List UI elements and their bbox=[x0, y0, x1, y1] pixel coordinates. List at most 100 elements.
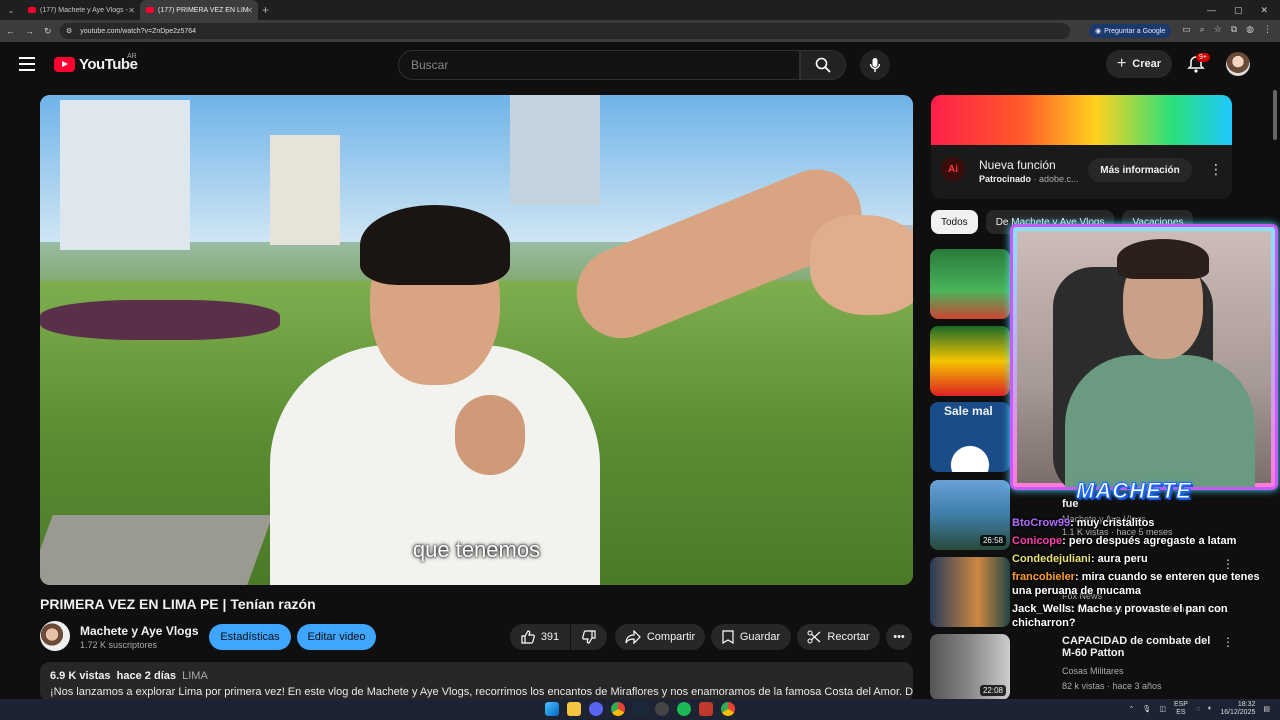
spotify-icon[interactable] bbox=[677, 702, 691, 716]
extensions-icon[interactable]: ⧉ bbox=[1231, 24, 1237, 35]
search-button[interactable] bbox=[800, 50, 846, 80]
close-tab-icon[interactable]: ✕ bbox=[128, 6, 135, 15]
site-info-icon[interactable]: ⚙ bbox=[66, 27, 72, 35]
video-frame-mic-hand bbox=[455, 395, 525, 475]
discord-icon[interactable] bbox=[589, 702, 603, 716]
new-tab-button[interactable]: + bbox=[262, 3, 269, 17]
chip-all[interactable]: Todos bbox=[931, 210, 978, 234]
profile-icon[interactable]: ◍ bbox=[1246, 24, 1254, 35]
tray-network-icon[interactable]: ◫ bbox=[1159, 705, 1166, 713]
clip-label: Recortar bbox=[827, 631, 870, 643]
thumbnail-text: Sale mal bbox=[944, 404, 993, 418]
channel-name[interactable]: Machete y Aye Vlogs bbox=[80, 624, 199, 638]
video-player[interactable]: que tenemos bbox=[40, 95, 913, 585]
forward-icon[interactable]: → bbox=[25, 26, 34, 36]
browser-tab-1[interactable]: (177) Machete y Aye Vlogs - Yo ✕ bbox=[22, 0, 140, 20]
related-thumbnail[interactable]: 26:58 bbox=[930, 480, 1010, 550]
ad-cta-button[interactable]: Más información bbox=[1088, 158, 1192, 182]
clock-date: 16/12/2025 bbox=[1220, 709, 1256, 716]
steam-icon[interactable] bbox=[633, 702, 647, 716]
browser-tabbar: ⌄ (177) Machete y Aye Vlogs - Yo ✕ (177)… bbox=[0, 0, 1280, 20]
file-explorer-icon[interactable] bbox=[567, 702, 581, 716]
related-thumbnail[interactable] bbox=[930, 557, 1010, 627]
related-video-title[interactable]: CAPACIDAD de combate del M-60 Patton bbox=[1062, 635, 1220, 659]
chrome-icon[interactable] bbox=[611, 702, 625, 716]
more-actions-button[interactable]: ••• bbox=[886, 624, 912, 650]
notification-center-icon[interactable]: ▤ bbox=[1263, 705, 1270, 713]
chat-username: BtoCrow99 bbox=[1012, 517, 1071, 529]
video-duration: 26:58 bbox=[979, 535, 1006, 546]
search-input[interactable] bbox=[411, 58, 799, 72]
dislike-button[interactable] bbox=[571, 624, 607, 650]
channel-avatar[interactable] bbox=[40, 621, 70, 651]
maximize-icon[interactable]: ▢ bbox=[1234, 5, 1243, 16]
chrome-active-icon[interactable] bbox=[721, 702, 735, 716]
related-thumbnail[interactable] bbox=[930, 249, 1010, 319]
edit-video-button[interactable]: Editar video bbox=[297, 624, 376, 650]
tray-volume-icon[interactable]: 🔈︎ bbox=[1208, 705, 1212, 713]
menu-icon[interactable]: ⋮ bbox=[1263, 24, 1272, 35]
video-frame-hair bbox=[360, 205, 510, 285]
browser-toolbar: ← → ↻ ⚙ youtube.com/watch?v=ZnDpe2z5764 … bbox=[0, 20, 1280, 42]
tray-mic-icon[interactable]: 🎙︎ bbox=[1142, 705, 1151, 713]
chat-username: francobieler bbox=[1012, 571, 1075, 583]
ad-logo: Ai bbox=[941, 157, 965, 181]
guide-menu-icon[interactable] bbox=[19, 57, 35, 71]
video-duration: 22:08 bbox=[979, 685, 1006, 696]
account-avatar[interactable] bbox=[1226, 52, 1250, 76]
clip-button[interactable]: Recortar bbox=[797, 624, 880, 650]
obs-icon[interactable] bbox=[655, 702, 669, 716]
sidebar-ad[interactable]: Ai Nueva función Patrocinado · adobe.c..… bbox=[931, 95, 1232, 199]
share-label: Compartir bbox=[646, 631, 696, 643]
related-more-icon[interactable]: ⋮ bbox=[1222, 635, 1234, 649]
search-box[interactable] bbox=[398, 50, 800, 80]
tab-title: (177) PRIMERA VEZ EN LIMA ... bbox=[158, 6, 248, 14]
create-label: Crear bbox=[1132, 58, 1162, 70]
tray-wifi-icon[interactable]: ◌ bbox=[1196, 706, 1200, 713]
back-icon[interactable]: ← bbox=[6, 26, 15, 36]
tab-search-icon[interactable]: ⌄ bbox=[0, 6, 22, 15]
plus-icon: + bbox=[1116, 55, 1127, 72]
microphone-icon bbox=[869, 58, 881, 72]
related-thumbnail[interactable]: Sale mal bbox=[930, 402, 1010, 472]
related-video-channel[interactable]: Cosas Militares bbox=[1062, 666, 1124, 676]
google-lens-icon: ◉ bbox=[1095, 28, 1102, 35]
streamer-brand-logo: MACHETE bbox=[1076, 478, 1192, 504]
related-thumbnail[interactable] bbox=[930, 326, 1010, 396]
close-tab-icon[interactable]: ✕ bbox=[246, 6, 253, 15]
ad-more-icon[interactable]: ⋮ bbox=[1209, 161, 1223, 178]
voice-search-button[interactable] bbox=[860, 50, 890, 80]
related-thumbnail[interactable]: 22:08 bbox=[930, 634, 1010, 700]
taskbar-clock[interactable]: 18:32 16/12/2025 bbox=[1220, 701, 1255, 717]
share-button[interactable]: Compartir bbox=[615, 624, 705, 650]
upload-age: hace 2 días bbox=[116, 670, 176, 682]
like-button[interactable]: 391 bbox=[510, 624, 570, 650]
reload-icon[interactable]: ↻ bbox=[44, 26, 52, 37]
browser-tab-2[interactable]: (177) PRIMERA VEZ EN LIMA ... ✕ bbox=[140, 0, 258, 20]
app-icon[interactable] bbox=[699, 702, 713, 716]
save-button[interactable]: Guardar bbox=[711, 624, 791, 650]
webcam-streamer-hair bbox=[1117, 239, 1209, 279]
page-scrollbar[interactable] bbox=[1273, 90, 1277, 140]
analytics-label: Estadísticas bbox=[220, 631, 280, 643]
ask-google-button[interactable]: ◉ Preguntar a Google bbox=[1089, 24, 1172, 38]
bookmark-star-icon[interactable]: ☆ bbox=[1214, 24, 1222, 35]
taskbar-apps bbox=[545, 702, 735, 716]
youtube-logo[interactable]: YouTube bbox=[54, 56, 138, 73]
windows-start-icon[interactable] bbox=[545, 702, 559, 716]
url-bar[interactable]: ⚙ youtube.com/watch?v=ZnDpe2z5764 bbox=[60, 23, 1070, 39]
create-button[interactable]: + Crear bbox=[1106, 50, 1172, 78]
toolbar-icons: ▭ ⌕ ☆ ⧉ ◍ ⋮ bbox=[1182, 24, 1272, 35]
tray-chevron-icon[interactable]: ⌃ bbox=[1129, 705, 1135, 713]
notification-badge: 9+ bbox=[1196, 53, 1210, 62]
analytics-button[interactable]: Estadísticas bbox=[209, 624, 291, 650]
description-box[interactable]: 6.9 K vistas hace 2 días LIMA ¡Nos lanza… bbox=[40, 662, 913, 702]
location-tag[interactable]: LIMA bbox=[182, 670, 208, 682]
zoom-icon[interactable]: ⌕ bbox=[1200, 24, 1205, 35]
keyboard-layout: ES bbox=[1176, 709, 1186, 716]
language-indicator[interactable]: ESP ES bbox=[1174, 701, 1188, 717]
close-window-icon[interactable]: ✕ bbox=[1260, 5, 1268, 16]
edit-video-label: Editar video bbox=[307, 631, 366, 643]
minimize-icon[interactable]: — bbox=[1207, 5, 1216, 15]
cast-icon[interactable]: ▭ bbox=[1182, 24, 1191, 35]
